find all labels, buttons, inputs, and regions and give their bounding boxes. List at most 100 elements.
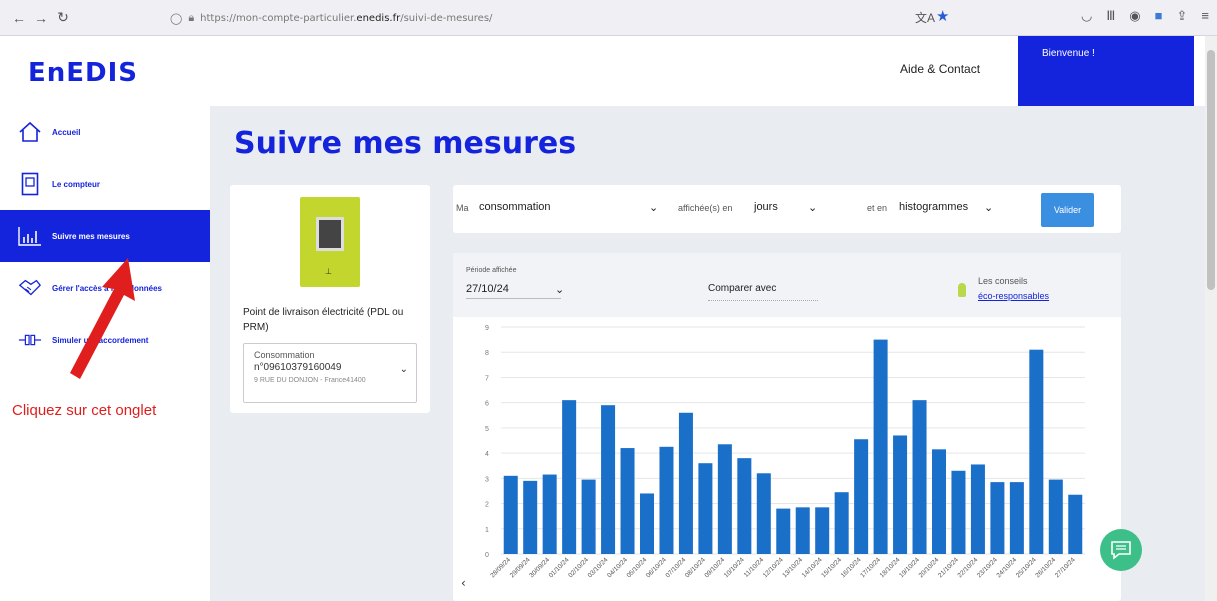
chart-header: Période affichée 27/10/24 ⌄ Comparer ave… (453, 253, 1121, 317)
main-content: Suivre mes mesures ⊥ Point de livraison … (210, 106, 1205, 601)
menu-icon[interactable]: ≡ (1201, 8, 1209, 24)
pdl-number: n°09610379160049 (254, 362, 342, 373)
sidebar-item-label: Suivre mes mesures (52, 231, 130, 241)
validate-button[interactable]: Valider (1041, 193, 1094, 227)
extension-icon[interactable]: ■ (1155, 8, 1163, 24)
sidebar-item-compteur[interactable]: Le compteur (0, 158, 210, 210)
x-tick-label: 10/10/24 (723, 556, 746, 579)
chart-bar (523, 480, 538, 554)
chart-bar (542, 474, 557, 554)
pocket-icon[interactable]: ◡ (1081, 8, 1092, 24)
help-contact-link[interactable]: Aide & Contact (900, 62, 980, 76)
enedis-logo[interactable]: EnEDIS (28, 58, 138, 88)
bar-chart-icon (18, 224, 42, 248)
chart-bar (1068, 494, 1083, 554)
y-tick-label: 8 (485, 350, 489, 357)
chart-bar (912, 400, 927, 554)
chart-bar (834, 492, 849, 554)
y-tick-label: 9 (485, 325, 489, 332)
page-title: Suivre mes mesures (234, 126, 577, 161)
lightbulb-icon (958, 283, 966, 297)
bookmark-star-icon[interactable]: ★ (936, 7, 949, 25)
chart-bar (795, 507, 810, 554)
unit-select[interactable]: jours (754, 201, 778, 213)
shown-in-label: affichée(s) en (678, 203, 733, 213)
y-tick-label: 0 (485, 552, 489, 559)
forward-icon[interactable]: → (30, 10, 52, 26)
chart-card: Période affichée 27/10/24 ⌄ Comparer ave… (453, 253, 1121, 601)
plug-icon (18, 328, 42, 352)
browser-toolbar: ← → ↻ ◯ 🔒︎ https://mon-compte-particulie… (0, 0, 1217, 36)
chevron-down-icon: ⌄ (555, 284, 565, 296)
x-tick-label: 27/10/24 (1054, 556, 1077, 579)
pdl-select-label: Consommation (254, 350, 315, 360)
chart-bar (678, 412, 693, 554)
scrollbar-thumb[interactable] (1207, 50, 1215, 290)
period-label: Période affichée (466, 267, 517, 274)
annotation-arrow-icon (70, 258, 135, 379)
consumption-chart: 012345678928/09/2429/09/2430/09/2401/10/… (461, 325, 1085, 590)
chart-bar (639, 493, 655, 554)
sidebar-item-label: Le compteur (52, 179, 101, 189)
pdl-label: Point de livraison électricité (PDL ou P… (243, 307, 404, 333)
chevron-down-icon: ⌄ (649, 202, 659, 214)
chart-bar (970, 464, 985, 554)
y-tick-label: 6 (485, 401, 489, 408)
measure-select[interactable]: consommation (479, 201, 659, 213)
url-host: enedis.fr (356, 12, 401, 24)
chat-icon (1111, 541, 1131, 560)
reload-icon[interactable]: ↻ (52, 9, 74, 26)
share-icon[interactable]: ⇪ (1177, 8, 1188, 24)
chat-button[interactable] (1100, 529, 1142, 571)
y-tick-label: 3 (485, 476, 489, 483)
tips-label: Les conseils (978, 276, 1028, 286)
page-scrollbar[interactable] (1205, 36, 1217, 601)
chevron-left-icon[interactable]: ‹ (461, 576, 466, 590)
pdl-address: 9 RUE DU DONJON - France41400 (254, 377, 366, 384)
sidebar-item-accueil[interactable]: Accueil (0, 106, 210, 158)
chart-bar (503, 475, 518, 554)
chart-bar (698, 463, 713, 554)
y-tick-label: 7 (485, 375, 489, 382)
chart-bar (562, 400, 577, 554)
chart-bar (581, 479, 596, 554)
y-tick-label: 4 (485, 451, 489, 458)
sidebar-item-label: Accueil (52, 127, 81, 137)
handshake-icon (18, 276, 42, 300)
meter-icon (18, 172, 42, 196)
chart-bar (990, 482, 1005, 554)
pdl-select[interactable]: Consommation n°09610379160049 9 RUE DU D… (243, 343, 417, 403)
translate-icon[interactable]: 文A (915, 9, 935, 26)
pdl-card: ⊥ Point de livraison électricité (PDL ou… (230, 185, 430, 413)
chart-bar (893, 435, 908, 554)
chevron-down-icon: ⌄ (808, 202, 818, 214)
period-select[interactable]: 27/10/24 (466, 283, 561, 299)
chart-bar (601, 405, 616, 554)
compare-select[interactable]: Comparer avec (708, 283, 818, 301)
chart-bar (756, 473, 771, 554)
y-tick-label: 1 (485, 527, 489, 534)
account-icon[interactable]: ◉ (1129, 8, 1140, 24)
address-bar[interactable]: ◯ 🔒︎ https://mon-compte-particulier. ened… (170, 8, 940, 28)
filter-bar: Ma consommation ⌄ affichée(s) en jours ⌄… (453, 185, 1121, 233)
chart-bar (1048, 479, 1063, 554)
y-tick-label: 5 (485, 426, 489, 433)
chart-bar (1029, 349, 1044, 554)
tips-link[interactable]: éco-responsables (978, 291, 1049, 301)
chart-bar (854, 439, 869, 554)
chart-bar (873, 339, 888, 554)
view-select[interactable]: histogrammes (899, 201, 968, 213)
chart-bar (659, 446, 674, 554)
home-icon (18, 120, 42, 144)
chevron-down-icon: ⌄ (399, 364, 408, 375)
chart-bar (1009, 482, 1024, 554)
shield-icon: ◯ (170, 11, 183, 25)
back-icon[interactable]: ← (8, 10, 30, 26)
annotation-text: Cliquez sur cet onglet (12, 402, 157, 419)
library-icon[interactable]: Ⅲ (1106, 8, 1115, 24)
filter-prefix: Ma (456, 203, 469, 213)
url-prefix: https://mon-compte-particulier. (200, 12, 357, 24)
chart-bar (931, 449, 947, 554)
lock-icon: 🔒︎ (188, 11, 195, 24)
welcome-banner[interactable]: Bienvenue ! (1018, 36, 1194, 112)
